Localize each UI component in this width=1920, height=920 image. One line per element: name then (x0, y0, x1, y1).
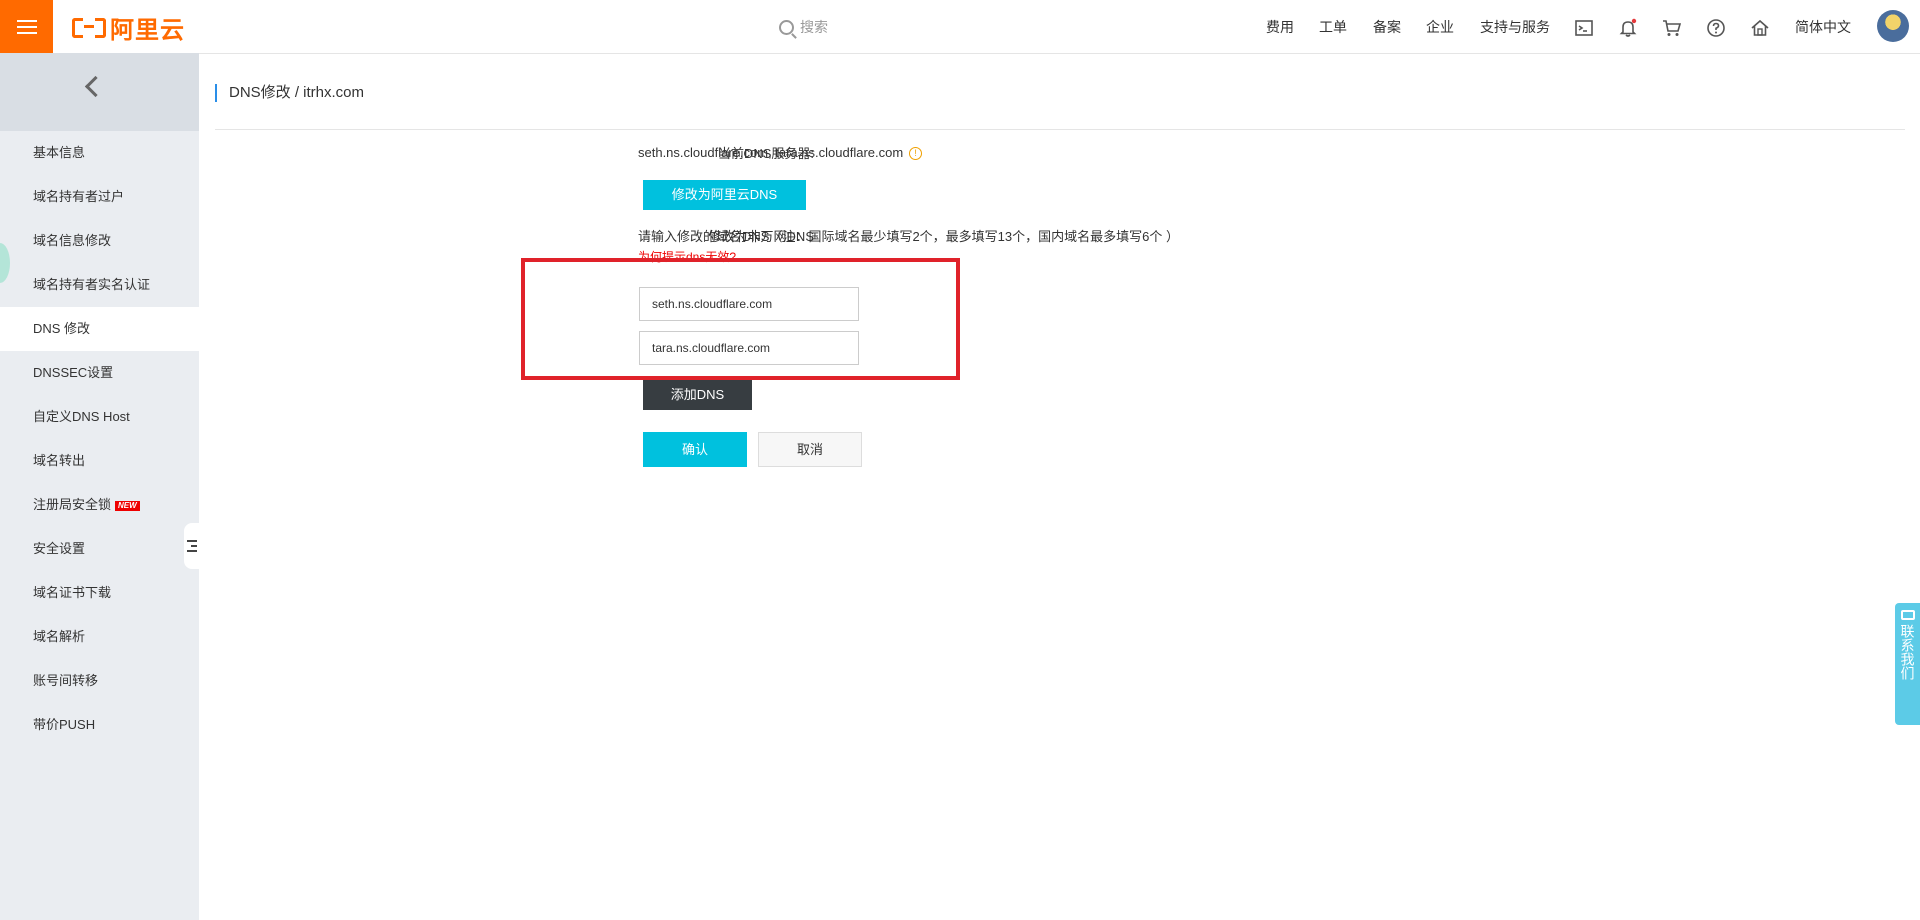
dns-invalid-help-link[interactable]: 为何提示dns无效? (638, 248, 736, 265)
nav-enterprise[interactable]: 企业 (1426, 17, 1454, 37)
chat-icon (1900, 610, 1915, 620)
sidebar-item-info-modify[interactable]: 域名信息修改 (0, 219, 199, 263)
new-badge: NEW (115, 500, 140, 511)
language-switch[interactable]: 简体中文 (1795, 17, 1851, 37)
sidebar-item-label: 域名持有者过户 (33, 189, 125, 204)
sidebar-item-label: 带价PUSH (33, 717, 96, 732)
sidebar-item-label: 自定义DNS Host (33, 409, 130, 424)
cart-icon[interactable] (1662, 18, 1682, 38)
sidebar-item-cert-download[interactable]: 域名证书下载 (0, 571, 199, 615)
search-box[interactable]: 搜索 (779, 16, 828, 38)
home-icon[interactable] (1750, 18, 1770, 38)
sidebar-item-label: DNSSEC设置 (33, 365, 114, 380)
add-dns-button[interactable]: 添加DNS (643, 380, 752, 410)
sidebar: 基本信息 域名持有者过户 域名信息修改 域名持有者实名认证 DNS 修改 DNS… (0, 53, 199, 920)
sidebar-item-label: 安全设置 (33, 541, 86, 556)
cancel-button[interactable]: 取消 (758, 432, 862, 467)
logo-mark-icon (72, 16, 106, 38)
contact-us-widget[interactable]: 联系我们 (1895, 603, 1920, 725)
sidebar-item-registry-lock[interactable]: 注册局安全锁 NEW (0, 483, 199, 527)
nav-billing[interactable]: 费用 (1266, 17, 1294, 37)
divider (215, 129, 1905, 130)
dns-input-1[interactable] (639, 287, 859, 321)
contact-us-label: 联系我们 (1899, 624, 1916, 680)
back-button[interactable] (0, 53, 199, 131)
sidebar-item-dns-resolve[interactable]: 域名解析 (0, 615, 199, 659)
modify-to-aliyun-dns-button[interactable]: 修改为阿里云DNS (643, 180, 806, 210)
sidebar-item-label: 域名证书下载 (33, 585, 112, 600)
search-placeholder: 搜索 (800, 19, 828, 35)
search-icon (779, 19, 794, 35)
nav-icp[interactable]: 备案 (1373, 17, 1401, 37)
terminal-icon[interactable] (1574, 18, 1594, 38)
bell-icon[interactable] (1618, 18, 1638, 38)
sidebar-item-realname[interactable]: 域名持有者实名认证 (0, 263, 199, 307)
sidebar-item-label: 域名转出 (33, 453, 86, 468)
sidebar-item-label: DNS 修改 (33, 321, 91, 336)
sidebar-item-label: 账号间转移 (33, 673, 99, 688)
confirm-button[interactable]: 确认 (643, 432, 747, 467)
sidebar-item-security[interactable]: 安全设置 (0, 527, 199, 571)
sidebar-item-owner-transfer[interactable]: 域名持有者过户 (0, 175, 199, 219)
logo-text: 阿里云 (110, 16, 185, 44)
breadcrumb: DNS修改 / itrhx.com (215, 84, 364, 102)
collapse-list-icon (186, 540, 197, 552)
user-avatar[interactable] (1877, 10, 1909, 42)
main-content: DNS修改 / itrhx.com 当前DNS服务器: seth.ns.clou… (199, 53, 1920, 920)
sidebar-item-basic-info[interactable]: 基本信息 (0, 131, 199, 175)
sidebar-item-label: 域名信息修改 (33, 233, 112, 248)
nav-ticket[interactable]: 工单 (1319, 17, 1347, 37)
top-bar: 阿里云 搜索 费用 工单 备案 企业 支持与服务 简体中文 (0, 0, 1920, 54)
help-icon[interactable] (1706, 18, 1726, 38)
menu-icon[interactable] (0, 0, 53, 53)
sidebar-item-price-push[interactable]: 带价PUSH (0, 703, 199, 747)
chevron-left-icon (84, 75, 107, 98)
sidebar-item-transfer-out[interactable]: 域名转出 (0, 439, 199, 483)
sidebar-item-label: 域名持有者实名认证 (33, 277, 151, 292)
sidebar-item-label: 域名解析 (33, 629, 86, 644)
sidebar-menu: 基本信息 域名持有者过户 域名信息修改 域名持有者实名认证 DNS 修改 DNS… (0, 131, 199, 747)
current-dns-row: seth.ns.cloudflare.com, tara.ns.cloudfla… (638, 145, 923, 161)
nav-support[interactable]: 支持与服务 (1480, 17, 1550, 37)
sidebar-item-dnssec[interactable]: DNSSEC设置 (0, 351, 199, 395)
sidebar-item-custom-dns-host[interactable]: 自定义DNS Host (0, 395, 199, 439)
current-dns-value: seth.ns.cloudflare.com, tara.ns.cloudfla… (638, 145, 904, 160)
sidebar-item-dns-modify[interactable]: DNS 修改 (0, 307, 199, 351)
sidebar-item-label: 基本信息 (33, 145, 86, 160)
info-icon[interactable]: ! (909, 147, 923, 161)
sidebar-item-account-transfer[interactable]: 账号间转移 (0, 659, 199, 703)
dns-instruction: 请输入修改的域名DNS（注：国际域名最少填写2个，最多填写13个，国内域名最多填… (638, 229, 1179, 244)
aliyun-logo[interactable]: 阿里云 (72, 13, 185, 44)
dns-input-2[interactable] (639, 331, 859, 365)
sidebar-item-label: 注册局安全锁 (33, 497, 112, 512)
sidebar-collapse-toggle[interactable] (184, 523, 199, 569)
